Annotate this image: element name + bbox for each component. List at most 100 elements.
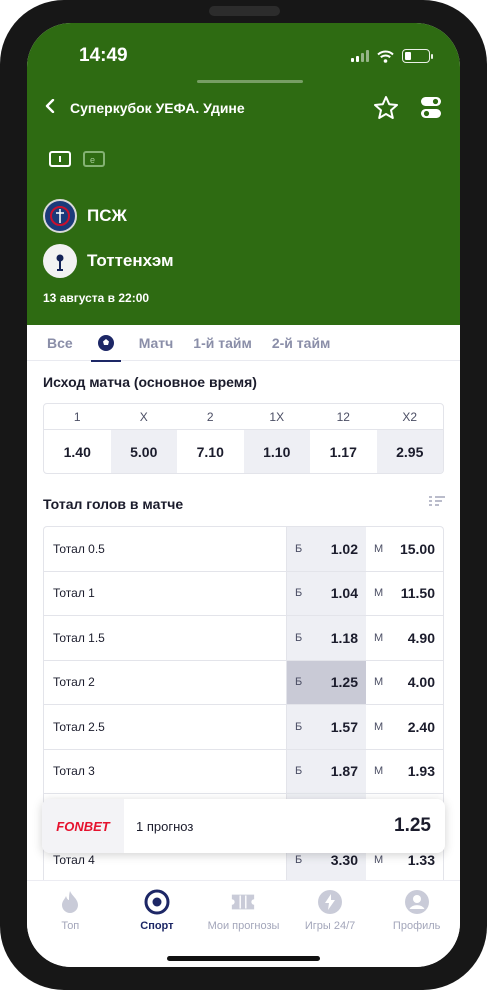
bet-slip-bar[interactable]: FONBET 1 прогноз 1.25 bbox=[42, 799, 445, 853]
under-odds-cell[interactable]: М 15.00 bbox=[366, 527, 443, 571]
wifi-icon bbox=[377, 50, 394, 63]
over-tag: Б bbox=[295, 542, 303, 555]
tab-football[interactable] bbox=[90, 325, 121, 362]
over-tag: Б bbox=[295, 854, 303, 867]
table-row: Тотал 2 Б 1.25 М 4.00 bbox=[44, 660, 443, 705]
under-odds-cell[interactable]: М 2.40 bbox=[366, 705, 443, 749]
over-tag: Б bbox=[295, 765, 303, 778]
over-odds-cell[interactable]: Б 1.04 bbox=[286, 571, 366, 615]
profile-icon bbox=[404, 890, 429, 914]
team-away: Тоттенхэм bbox=[43, 244, 174, 278]
under-tag: М bbox=[374, 854, 384, 867]
speaker-notch bbox=[209, 6, 280, 16]
stream-view-icon[interactable]: e bbox=[83, 151, 105, 167]
over-odds-cell-selected[interactable]: Б 1.25 bbox=[286, 660, 366, 704]
total-label: Тотал 0.5 bbox=[53, 541, 105, 556]
over-odds-cell[interactable]: Б 1.57 bbox=[286, 705, 366, 749]
table-row: Тотал 1 Б 1.04 М 11.50 bbox=[44, 571, 443, 616]
sport-target-icon bbox=[144, 889, 170, 915]
under-tag: М bbox=[374, 765, 384, 778]
under-tag: М bbox=[374, 631, 384, 644]
nav-top[interactable]: Топ bbox=[27, 889, 113, 967]
status-time: 14:49 bbox=[79, 45, 128, 66]
odds-header: 12 bbox=[336, 410, 350, 424]
table-row: Тотал 3 Б 1.87 М 1.93 bbox=[44, 749, 443, 794]
under-value: 4.90 bbox=[407, 629, 435, 646]
odds-header: 1 bbox=[73, 410, 81, 424]
fonbet-logo: FONBET bbox=[42, 799, 124, 853]
under-odds-cell[interactable]: М 4.90 bbox=[366, 616, 443, 660]
total-label: Тотал 1 bbox=[53, 586, 95, 601]
over-tag: Б bbox=[295, 631, 303, 644]
over-tag: Б bbox=[295, 676, 303, 689]
over-odds-cell[interactable]: Б 1.02 bbox=[286, 527, 366, 571]
over-odds-cell[interactable]: Б 1.87 bbox=[286, 749, 366, 793]
signal-icon bbox=[351, 50, 369, 62]
team-away-name: Тоттенхэм bbox=[87, 251, 174, 270]
lightning-icon bbox=[318, 890, 343, 914]
odds-cell-x[interactable]: 5.00 bbox=[110, 430, 177, 473]
market-tabs: Все Матч 1-й тайм 2-й тайм bbox=[27, 325, 460, 362]
favorite-star-icon[interactable] bbox=[373, 95, 399, 121]
odds-cell-1[interactable]: 1.40 bbox=[44, 430, 111, 473]
bet-slip-total: 1.25 bbox=[394, 815, 431, 836]
scoreboard-view-icon[interactable] bbox=[49, 151, 71, 167]
screen: 14:49 Суперкубок УЕФА. Удине e ПСЖ Тотте… bbox=[27, 23, 460, 967]
over-value: 1.18 bbox=[330, 629, 358, 646]
odds-cell-x2[interactable]: 2.95 bbox=[376, 430, 443, 473]
svg-text:e: e bbox=[90, 155, 95, 165]
tab-all[interactable]: Все bbox=[47, 325, 73, 361]
soccer-ball-icon bbox=[97, 334, 114, 351]
bet-slip-count: 1 прогноз bbox=[136, 818, 194, 834]
over-value: 1.25 bbox=[330, 674, 358, 691]
under-tag: М bbox=[374, 542, 384, 555]
under-tag: М bbox=[374, 587, 384, 600]
under-odds-cell[interactable]: М 4.00 bbox=[366, 661, 443, 705]
back-button[interactable] bbox=[41, 95, 59, 117]
phone-frame: 14:49 Суперкубок УЕФА. Удине e ПСЖ Тотте… bbox=[0, 0, 487, 990]
odds-cell-12[interactable]: 1.17 bbox=[310, 430, 377, 473]
over-tag: Б bbox=[295, 720, 303, 733]
over-value: 3.30 bbox=[330, 852, 358, 869]
table-row: Тотал 0.5 Б 1.02 М 15.00 bbox=[44, 527, 443, 572]
bottom-nav: Топ Спорт Мои прогнозы Игры 24/7 Профиль bbox=[27, 880, 460, 967]
total-label: Тотал 2.5 bbox=[53, 719, 105, 734]
over-odds-cell[interactable]: Б 1.18 bbox=[286, 616, 366, 660]
grabber bbox=[197, 80, 303, 83]
mute-switch bbox=[0, 145, 2, 185]
under-odds-cell[interactable]: М 11.50 bbox=[366, 572, 443, 616]
chevron-left-icon bbox=[45, 99, 55, 113]
under-odds-cell[interactable]: М 1.93 bbox=[366, 750, 443, 794]
nav-profile-label: Профиль bbox=[392, 920, 441, 932]
odds-cell-1x[interactable]: 1.10 bbox=[243, 430, 310, 473]
filter-list-icon[interactable] bbox=[429, 495, 445, 507]
match-date: 13 августа в 22:00 bbox=[43, 291, 150, 305]
total-label: Тотал 1.5 bbox=[53, 630, 105, 645]
tab-second-half[interactable]: 2-й тайм bbox=[272, 325, 331, 361]
under-value: 1.33 bbox=[407, 852, 435, 869]
result-odds-grid: 1 X 2 1X 12 X2 1.40 5.00 7.10 1.10 1.17 … bbox=[43, 403, 444, 474]
nav-profile[interactable]: Профиль bbox=[374, 889, 460, 967]
nav-games-label: Игры 24/7 bbox=[304, 920, 356, 932]
under-value: 1.93 bbox=[407, 763, 435, 780]
tab-match[interactable]: Матч bbox=[139, 325, 174, 361]
under-tag: М bbox=[374, 676, 384, 689]
odds-cell-2[interactable]: 7.10 bbox=[177, 430, 244, 473]
under-value: 4.00 bbox=[407, 674, 435, 691]
team-home-name: ПСЖ bbox=[87, 206, 127, 225]
nav-sport-label: Спорт bbox=[140, 920, 174, 932]
settings-toggle-icon[interactable] bbox=[421, 96, 441, 120]
result-odds-values: 1.40 5.00 7.10 1.10 1.17 2.95 bbox=[44, 430, 443, 473]
flame-icon bbox=[62, 891, 79, 913]
nav-top-label: Топ bbox=[61, 920, 80, 932]
tab-first-half[interactable]: 1-й тайм bbox=[193, 325, 252, 361]
volume-up-button bbox=[0, 215, 2, 290]
over-tag: Б bbox=[295, 587, 303, 600]
under-value: 11.50 bbox=[400, 585, 435, 602]
view-switch: e bbox=[49, 151, 105, 167]
over-value: 1.02 bbox=[330, 540, 358, 557]
under-tag: М bbox=[374, 720, 384, 733]
event-header: 14:49 Суперкубок УЕФА. Удине e ПСЖ Тотте… bbox=[27, 23, 460, 325]
over-value: 1.87 bbox=[330, 763, 358, 780]
event-title: Суперкубок УЕФА. Удине bbox=[70, 100, 245, 116]
